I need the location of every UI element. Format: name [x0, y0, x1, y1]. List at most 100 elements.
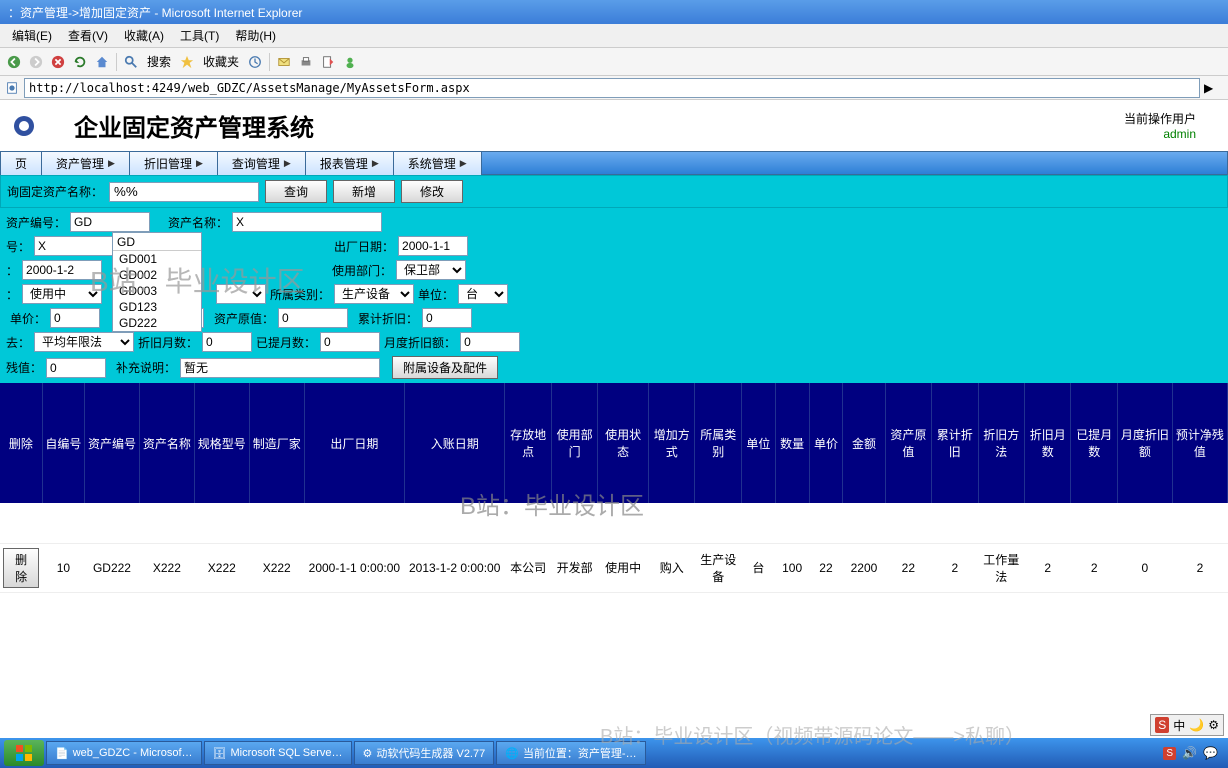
tray-icon[interactable]: 💬: [1203, 746, 1218, 760]
stop-button[interactable]: [48, 52, 68, 72]
remark-input[interactable]: [180, 358, 380, 378]
taskbar-item[interactable]: 🌐当前位置：资产管理-…: [496, 741, 645, 765]
search-icon[interactable]: [121, 52, 141, 72]
nav-asset[interactable]: 资产管理▶: [42, 152, 130, 175]
status-select[interactable]: 使用中: [22, 284, 102, 304]
cell-category: 生产设备: [695, 543, 741, 592]
autocomplete-item[interactable]: GD123: [113, 299, 201, 315]
entry-date-input[interactable]: [22, 260, 102, 280]
accdepr-label: 累计折旧：: [358, 310, 418, 327]
nav-home[interactable]: 页: [1, 152, 42, 175]
query-button[interactable]: 查询: [265, 180, 327, 203]
dept-label: 使用部门：: [332, 262, 392, 279]
spec-input[interactable]: [34, 236, 114, 256]
navbar: 页 资产管理▶ 折旧管理▶ 查询管理▶ 报表管理▶ 系统管理▶: [0, 151, 1228, 175]
menu-help[interactable]: 帮助(H): [227, 25, 284, 46]
nav-query[interactable]: 查询管理▶: [218, 152, 306, 175]
cell-residual: 2: [1172, 543, 1227, 592]
menu-view[interactable]: 查看(V): [60, 25, 116, 46]
edit-icon[interactable]: [318, 52, 338, 72]
nav-depr[interactable]: 折旧管理▶: [130, 152, 218, 175]
cell-maker: X222: [249, 543, 304, 592]
menu-edit[interactable]: 编辑(E): [4, 25, 60, 46]
unknown-select[interactable]: [216, 284, 266, 304]
system-tray[interactable]: S 🔊 💬: [1163, 746, 1224, 760]
monthlyamt-input[interactable]: [460, 332, 520, 352]
cell-monthlyamt: 0: [1117, 543, 1172, 592]
back-button[interactable]: [4, 52, 24, 72]
tray-icon[interactable]: 🔊: [1182, 746, 1197, 760]
asset-name-input[interactable]: [232, 212, 382, 232]
autocomplete-item[interactable]: GD222: [113, 315, 201, 331]
table-row-blank: [0, 503, 1228, 543]
nav-report[interactable]: 报表管理▶: [306, 152, 394, 175]
col-category: 所属类别: [695, 383, 741, 503]
username: admin: [1124, 127, 1196, 141]
usedmonths-input[interactable]: [320, 332, 380, 352]
ime-bar[interactable]: S 中 🌙 ⚙: [1150, 714, 1224, 736]
accdepr-input[interactable]: [422, 308, 472, 328]
cell-unit: 台: [741, 543, 775, 592]
go-button[interactable]: ▶: [1204, 81, 1224, 95]
chevron-right-icon: ▶: [284, 158, 291, 169]
col-unit: 单位: [741, 383, 775, 503]
cell-factory-date: 2000-1-1 0:00:00: [304, 543, 404, 592]
method-select[interactable]: 平均年限法: [34, 332, 134, 352]
logo-icon: [12, 114, 36, 138]
menu-favorites[interactable]: 收藏(A): [116, 25, 172, 46]
origval-input[interactable]: [278, 308, 348, 328]
months-input[interactable]: [202, 332, 252, 352]
window-titlebar: ：资产管理->增加固定资产 - Microsoft Internet Explo…: [0, 0, 1228, 24]
col-status: 使用状态: [598, 383, 649, 503]
category-select[interactable]: 生产设备: [334, 284, 414, 304]
autocomplete-dropdown: GD001 GD002 GD003 GD123 GD222: [112, 232, 202, 332]
add-button[interactable]: 新增: [333, 180, 395, 203]
tray-icon[interactable]: S: [1163, 747, 1176, 760]
months-label: 折旧月数：: [138, 334, 198, 351]
col-amount: 金额: [843, 383, 885, 503]
forward-button[interactable]: [26, 52, 46, 72]
start-button[interactable]: [4, 740, 44, 766]
taskbar-item[interactable]: ⚙动软代码生成器 V2.77: [354, 741, 495, 765]
asset-no-input[interactable]: [70, 212, 150, 232]
residual-input[interactable]: [46, 358, 106, 378]
remark-label: 补充说明：: [116, 359, 176, 376]
factory-date-input[interactable]: [398, 236, 468, 256]
cell-entry-date: 2013-1-2 0:00:00: [405, 543, 505, 592]
edit-button[interactable]: 修改: [401, 180, 463, 203]
spec-label: 号：: [6, 238, 30, 255]
autocomplete-item[interactable]: GD002: [113, 267, 201, 283]
history-icon[interactable]: [245, 52, 265, 72]
search-input[interactable]: [109, 182, 259, 202]
unit-select[interactable]: 台: [458, 284, 508, 304]
cell-seq: 10: [42, 543, 84, 592]
sql-icon: 🗄: [213, 747, 227, 760]
cell-status: 使用中: [598, 543, 649, 592]
autocomplete-input[interactable]: [113, 233, 201, 251]
cell-usedmonths: 2: [1071, 543, 1117, 592]
data-grid: 删除 自编号 资产编号 资产名称 规格型号 制造厂家 出厂日期 入账日期 存放地…: [0, 383, 1228, 593]
delete-row-button[interactable]: 删除: [3, 548, 39, 588]
mail-icon[interactable]: [274, 52, 294, 72]
autocomplete-item[interactable]: GD001: [113, 251, 201, 267]
autocomplete-item[interactable]: GD003: [113, 283, 201, 299]
print-icon[interactable]: [296, 52, 316, 72]
page-header: 企业固定资产管理系统 当前操作用户 admin: [0, 100, 1228, 151]
asset-no-label: 资产编号：: [6, 214, 66, 231]
address-input[interactable]: [24, 78, 1200, 98]
dept-select[interactable]: 保卫部: [396, 260, 466, 280]
col-usedmonths: 已提月数: [1071, 383, 1117, 503]
accessory-button[interactable]: 附属设备及配件: [392, 356, 498, 379]
home-button[interactable]: [92, 52, 112, 72]
taskbar-item[interactable]: 🗄Microsoft SQL Serve…: [204, 741, 352, 765]
refresh-button[interactable]: [70, 52, 90, 72]
toolbar: 搜索 收藏夹: [0, 48, 1228, 76]
messenger-icon[interactable]: [340, 52, 360, 72]
nav-system[interactable]: 系统管理▶: [394, 152, 482, 175]
taskbar-item[interactable]: 📄web_GDZC - Microsof…: [46, 741, 202, 765]
favorites-icon[interactable]: [177, 52, 197, 72]
price-input[interactable]: [50, 308, 100, 328]
menu-tools[interactable]: 工具(T): [172, 25, 227, 46]
ime-settings-icon: ⚙: [1208, 718, 1219, 732]
col-seq: 自编号: [42, 383, 84, 503]
